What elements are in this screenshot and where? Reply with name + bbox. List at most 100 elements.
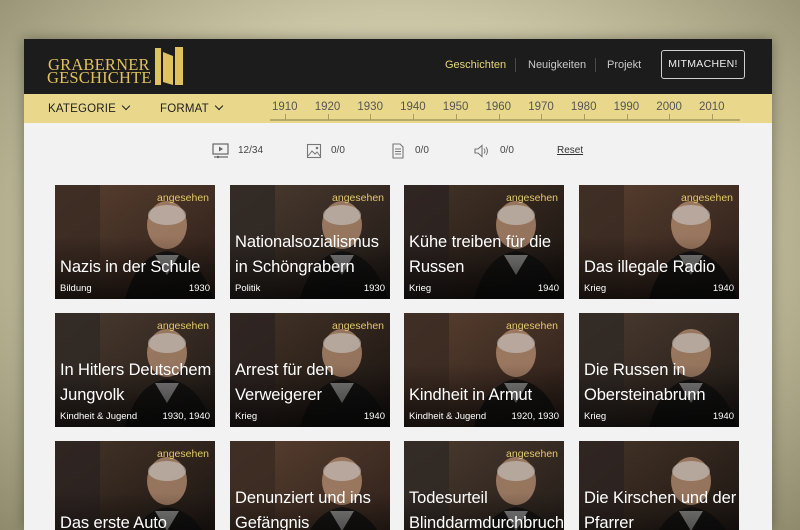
timeline-year[interactable]: 1940 bbox=[400, 101, 426, 113]
story-title: Todesurteil Blinddarm­durchbruch bbox=[409, 489, 564, 530]
story-category: Krieg bbox=[409, 283, 432, 294]
story-card[interactable]: Die Russen in Obersteinabrunn Krieg 1940 bbox=[579, 313, 739, 427]
story-title: Kindheit in Armut bbox=[409, 386, 533, 404]
story-year: 1930, 1940 bbox=[162, 411, 210, 422]
document-icon bbox=[392, 143, 404, 159]
story-title: Nationalsozialismus in Schöngrabern bbox=[235, 233, 379, 276]
story-title: Die Russen in Obersteinabrunn bbox=[584, 361, 706, 404]
story-year: 1940 bbox=[363, 411, 385, 422]
story-card[interactable]: angesehen Arrest für den Verweigerer Krieg… bbox=[230, 313, 390, 427]
timeline-tick bbox=[413, 114, 415, 120]
chevron-down-icon bbox=[214, 101, 224, 111]
video-count-text: 12/34 bbox=[238, 145, 264, 156]
story-category: Krieg bbox=[584, 411, 607, 422]
viewed-badge: angesehen bbox=[332, 192, 384, 204]
timeline-year[interactable]: 1950 bbox=[443, 101, 469, 113]
logo-text-line2: GESCHICHTE bbox=[47, 68, 152, 87]
story-category: Bildung bbox=[60, 283, 92, 294]
top-navigation-bar: GRABERNER GESCHICHTE Geschichten Neuigke… bbox=[24, 39, 772, 94]
story-category: Krieg bbox=[235, 411, 258, 422]
story-card[interactable]: angesehen Das illegale Radio Krieg 1940 bbox=[579, 185, 739, 299]
video-icon bbox=[212, 143, 229, 159]
timeline-year[interactable]: 1910 bbox=[272, 101, 298, 113]
timeline-year[interactable]: 2010 bbox=[699, 101, 725, 113]
story-category: Krieg bbox=[584, 283, 607, 294]
timeline-year[interactable]: 2000 bbox=[656, 101, 682, 113]
audio-count-text: 0/0 bbox=[500, 145, 514, 156]
viewed-badge: angesehen bbox=[157, 192, 209, 204]
story-title: Das erste Auto bbox=[60, 514, 167, 530]
nav-divider bbox=[595, 58, 596, 72]
image-icon bbox=[306, 143, 322, 159]
site-logo[interactable]: GRABERNER GESCHICHTE bbox=[47, 46, 197, 90]
timeline-tick bbox=[541, 114, 543, 120]
story-card[interactable]: angesehen Nationalsozialismus in Schöngra… bbox=[230, 185, 390, 299]
viewed-badge: angesehen bbox=[506, 320, 558, 332]
chevron-down-icon bbox=[121, 101, 131, 111]
story-category: Kindheit & Jugend bbox=[409, 411, 487, 422]
timeline-year[interactable]: 1960 bbox=[486, 101, 512, 113]
viewed-badge: angesehen bbox=[157, 320, 209, 332]
story-card[interactable]: angesehen Kühe treiben für die Russen Krie… bbox=[404, 185, 564, 299]
story-category: Kindheit & Jugend bbox=[60, 411, 138, 422]
story-title: Arrest für den Verweigerer bbox=[235, 361, 334, 404]
logo-book-icon bbox=[155, 47, 183, 85]
story-card[interactable]: angesehen In Hitlers Deutschem Jungvolk Ki… bbox=[55, 313, 215, 427]
viewed-badge: angesehen bbox=[506, 192, 558, 204]
story-year: 1940 bbox=[537, 283, 559, 294]
story-year: 1940 bbox=[712, 411, 734, 422]
timeline-tick bbox=[498, 114, 500, 120]
timeline-slider[interactable]: 1910 1920 1930 1940 1950 1960 1970 1980 1990 2000… bbox=[270, 94, 740, 123]
document-count-text: 0/0 bbox=[415, 145, 429, 156]
document-count[interactable]: 0/0 bbox=[390, 143, 440, 159]
story-card[interactable]: Die Kirschen und der Pfarrer bbox=[579, 441, 739, 530]
story-year: 1940 bbox=[712, 283, 734, 294]
timeline-tick bbox=[669, 114, 671, 120]
story-year: 1920, 1930 bbox=[511, 411, 559, 422]
timeline-year[interactable]: 1980 bbox=[571, 101, 597, 113]
timeline-year[interactable]: 1970 bbox=[528, 101, 554, 113]
audio-icon bbox=[474, 144, 488, 158]
app-frame: GRABERNER GESCHICHTE Geschichten Neuigke… bbox=[24, 39, 772, 530]
story-title: Die Kirschen und der Pfarrer bbox=[584, 489, 737, 530]
story-title: Nazis in der Schule bbox=[60, 258, 201, 276]
viewed-badge: angesehen bbox=[681, 192, 733, 204]
filter-bar: KATEGORIE FORMAT 1910 1920 1930 1940 1950 196… bbox=[24, 94, 772, 123]
image-count[interactable]: 0/0 bbox=[306, 143, 356, 159]
timeline-tick bbox=[285, 114, 286, 120]
viewed-badge: angesehen bbox=[332, 320, 384, 332]
story-category: Politik bbox=[235, 283, 261, 294]
story-year: 1930 bbox=[363, 283, 385, 294]
reset-link[interactable]: Reset bbox=[557, 145, 583, 156]
timeline-tick bbox=[583, 114, 585, 120]
timeline-tick bbox=[327, 114, 329, 120]
nav-divider bbox=[515, 58, 516, 72]
story-title: In Hitlers Deutschem Jungvolk bbox=[60, 361, 212, 404]
timeline-year[interactable]: 1930 bbox=[357, 101, 383, 113]
story-card[interactable]: angesehen Kindheit in Armut Kindheit & Jug… bbox=[404, 313, 564, 427]
story-title: Das illegale Radio bbox=[584, 258, 716, 276]
story-card[interactable]: Denunziert und ins Gefängnis bbox=[230, 441, 390, 530]
video-count[interactable]: 12/34 bbox=[212, 143, 272, 159]
story-title: Kühe treiben für die Russen bbox=[409, 233, 552, 276]
timeline-tick bbox=[712, 114, 713, 120]
timeline-tick bbox=[626, 114, 628, 120]
timeline-tick bbox=[455, 114, 457, 120]
category-dropdown-label: KATEGORIE bbox=[48, 103, 117, 115]
timeline-year[interactable]: 1990 bbox=[614, 101, 640, 113]
story-year: 1930 bbox=[188, 283, 210, 294]
nav-neuigkeiten[interactable]: Neuigkeiten bbox=[528, 59, 586, 71]
story-card[interactable]: angesehen Das erste Auto bbox=[55, 441, 215, 530]
join-button[interactable]: MITMACHEN! bbox=[661, 50, 745, 79]
format-dropdown[interactable]: FORMAT bbox=[160, 101, 224, 115]
timeline-tick bbox=[370, 114, 372, 120]
story-card[interactable]: angesehen Todesurteil Blinddarm­durchbruc… bbox=[404, 441, 564, 530]
nav-geschichten[interactable]: Geschichten bbox=[445, 59, 506, 71]
story-card[interactable]: angesehen Nazis in der Schule Bildung 1930 bbox=[55, 185, 215, 299]
category-dropdown[interactable]: KATEGORIE bbox=[48, 101, 131, 115]
audio-count[interactable]: 0/0 bbox=[473, 143, 523, 159]
format-dropdown-label: FORMAT bbox=[160, 103, 209, 115]
nav-projekt[interactable]: Projekt bbox=[607, 59, 641, 71]
timeline-year[interactable]: 1920 bbox=[315, 101, 341, 113]
story-title: Denunziert und ins Gefängnis bbox=[235, 489, 371, 530]
